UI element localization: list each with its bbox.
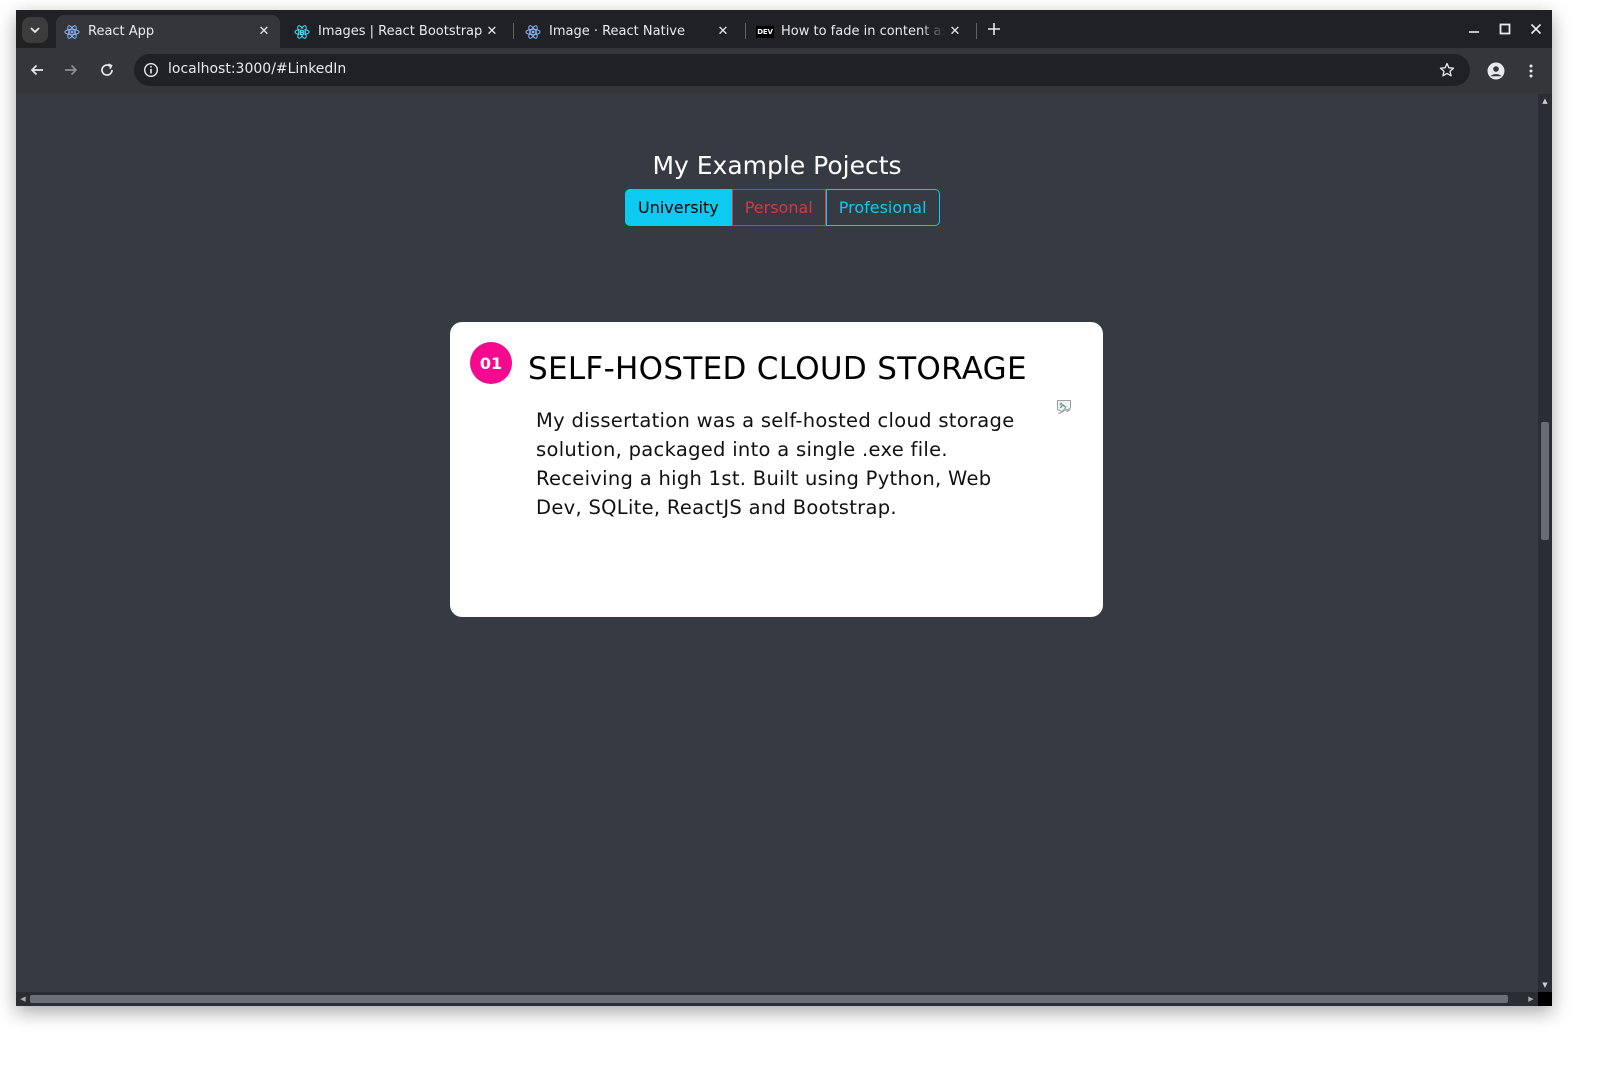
browser-toolbar: localhost:3000/#LinkedIn [16, 48, 1552, 94]
react-icon [525, 24, 541, 40]
close-icon [1530, 23, 1542, 35]
reload-button[interactable] [95, 58, 119, 82]
reload-icon [101, 63, 113, 76]
project-card: 01 SELF-HOSTED CLOUD STORAGE My disserta… [450, 322, 1103, 617]
tab-image-react-native[interactable]: Image · React Native ✕ [517, 15, 739, 48]
tab-separator [745, 23, 746, 39]
broken-image-icon [1056, 399, 1072, 415]
scroll-right-arrow-icon[interactable]: ▶ [1527, 995, 1535, 1003]
project-filter-group: University Personal Profesional [625, 189, 940, 226]
profesional-filter-button[interactable]: Profesional [825, 189, 940, 226]
forward-button[interactable] [59, 58, 83, 82]
project-number-badge: 01 [470, 342, 512, 384]
project-title: SELF-HOSTED CLOUD STORAGE [528, 351, 1027, 387]
scroll-down-arrow-icon[interactable]: ▼ [1541, 981, 1549, 989]
close-tab-icon[interactable]: ✕ [254, 22, 274, 42]
kebab-menu-icon [1529, 64, 1533, 78]
tab-title: React App [88, 24, 155, 39]
address-bar[interactable]: localhost:3000/#LinkedIn [134, 54, 1470, 86]
tab-images-react-bootstrap[interactable]: B Images | React Bootstrap ✕ [286, 15, 508, 48]
university-filter-button[interactable]: University [625, 189, 732, 226]
svg-text:B: B [299, 28, 304, 36]
bookmark-star-icon[interactable] [1438, 61, 1456, 79]
scroll-up-arrow-icon[interactable]: ▲ [1541, 97, 1549, 105]
tab-title: Images | React Bootstrap [318, 24, 482, 39]
horizontal-scrollbar-thumb[interactable] [30, 995, 1508, 1003]
scroll-left-arrow-icon[interactable]: ◀ [19, 995, 27, 1003]
url-text[interactable]: localhost:3000/#LinkedIn [168, 61, 346, 77]
arrow-right-icon [65, 64, 78, 76]
page-viewport: My Example Pojects University Personal P… [16, 94, 1538, 992]
new-tab-button[interactable] [984, 19, 1004, 39]
react-icon [64, 24, 80, 40]
dev-favicon-text: DEV [756, 25, 774, 38]
plus-icon [988, 23, 1000, 35]
tab-search-button[interactable] [22, 17, 48, 43]
tab-separator [976, 23, 977, 39]
tab-how-to-fade-in[interactable]: DEV How to fade in content as ✕ [749, 15, 971, 48]
tab-title: How to fade in content as [781, 24, 945, 39]
maximize-icon [1499, 23, 1511, 35]
minimize-icon [1469, 31, 1479, 33]
dev-icon: DEV [756, 24, 774, 40]
arrow-left-icon [30, 64, 43, 76]
tab-react-app[interactable]: React App ✕ [56, 15, 280, 48]
browser-window: React App ✕ B Images | React Bootstrap ✕… [16, 10, 1552, 1006]
close-window-button[interactable] [1525, 18, 1547, 40]
horizontal-scrollbar[interactable]: ◀ ▶ [16, 992, 1538, 1006]
close-tab-icon[interactable]: ✕ [482, 22, 502, 42]
profile-icon [1487, 62, 1505, 80]
tab-strip: React App ✕ B Images | React Bootstrap ✕… [16, 10, 1552, 48]
chevron-down-icon [30, 27, 40, 34]
project-description: My dissertation was a self-hosted cloud … [536, 409, 1015, 519]
profile-button[interactable] [1484, 59, 1508, 83]
close-tab-icon[interactable]: ✕ [945, 22, 965, 42]
tab-title: Image · React Native [549, 24, 685, 39]
close-tab-icon[interactable]: ✕ [713, 22, 733, 42]
browser-menu-button[interactable] [1519, 59, 1543, 83]
personal-filter-button[interactable]: Personal [731, 189, 826, 226]
maximize-button[interactable] [1494, 18, 1516, 40]
info-icon[interactable] [142, 61, 160, 79]
scrollbar-corner [1538, 992, 1552, 1006]
back-button[interactable] [25, 58, 49, 82]
vertical-scrollbar-thumb[interactable] [1541, 422, 1549, 540]
vertical-scrollbar[interactable]: ▲ ▼ [1538, 94, 1552, 992]
minimize-button[interactable] [1463, 18, 1485, 40]
page-title: My Example Pojects [652, 151, 902, 180]
tab-separator [513, 23, 514, 39]
react-bootstrap-icon: B [294, 24, 310, 40]
